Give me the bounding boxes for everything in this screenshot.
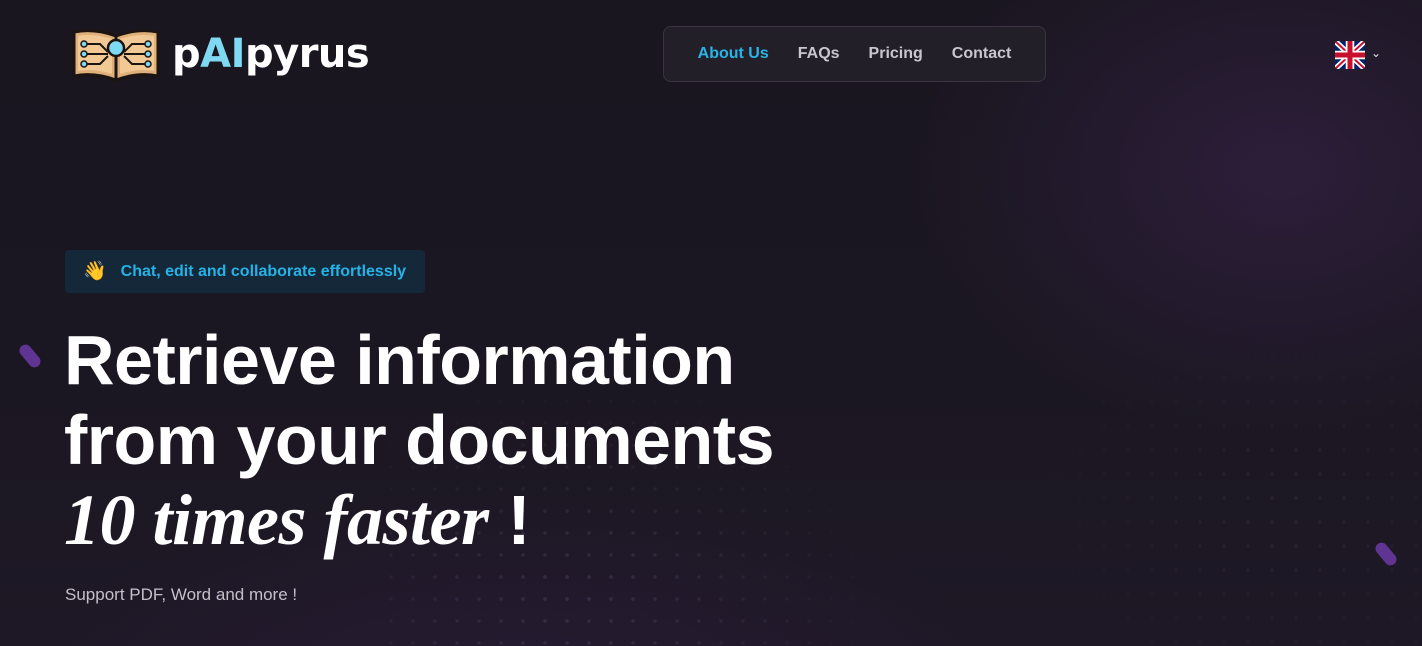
brand-logo[interactable]: pAIpyrus: [70, 24, 370, 84]
nav-faqs[interactable]: FAQs: [798, 45, 840, 63]
headline-exclaim: !: [507, 481, 531, 559]
hero-subtext: Support PDF, Word and more !: [65, 585, 298, 604]
waving-hand-icon: 👋: [83, 261, 107, 282]
nav-pricing[interactable]: Pricing: [869, 45, 923, 63]
landing-page: pAIpyrus About Us FAQs Pricing Contact ⌄…: [0, 0, 1422, 646]
language-selector[interactable]: ⌄: [1335, 41, 1381, 69]
nav-about-us[interactable]: About Us: [698, 45, 769, 63]
main-nav: About Us FAQs Pricing Contact: [663, 26, 1046, 82]
headline-line-2: from your documents: [64, 401, 775, 479]
book-circuit-icon: [72, 29, 160, 83]
uk-flag-icon: [1335, 41, 1365, 69]
dot-pattern-decoration: [780, 150, 1422, 646]
nav-contact[interactable]: Contact: [952, 45, 1012, 63]
headline-line-1: Retrieve information: [64, 321, 735, 399]
brand-name: pAIpyrus: [172, 31, 370, 77]
headline-emphasis: 10 times faster: [64, 480, 489, 560]
badge-text: Chat, edit and collaborate effortlessly: [120, 262, 407, 280]
tagline-badge: 👋 Chat, edit and collaborate effortlessl…: [65, 250, 425, 293]
chevron-down-icon: ⌄: [1371, 46, 1382, 60]
decorative-blob: [17, 342, 43, 370]
headline-line-3: 10 times faster !: [64, 480, 774, 560]
hero-headline: Retrieve information from your documents…: [64, 320, 775, 560]
